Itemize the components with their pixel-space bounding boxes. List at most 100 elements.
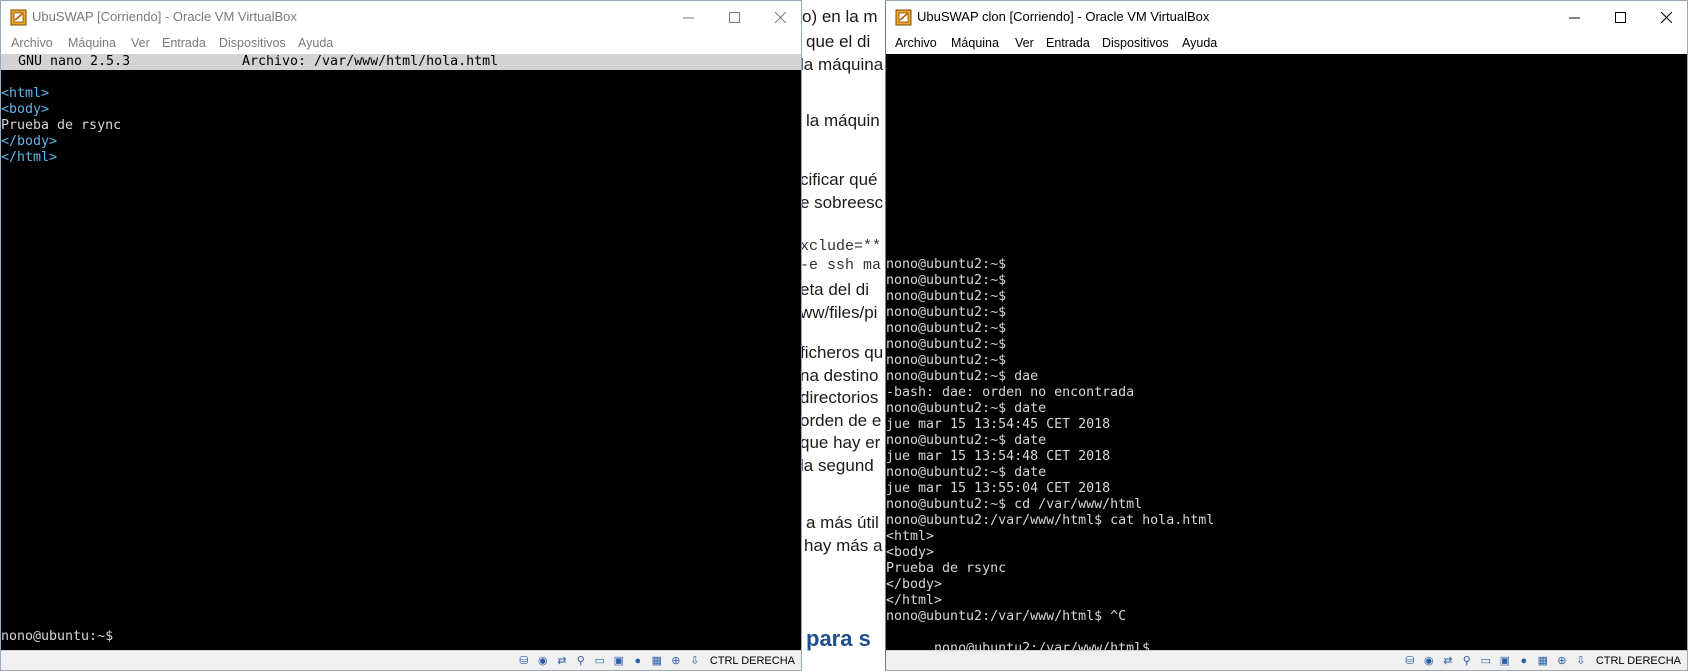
close-button[interactable] — [1643, 1, 1687, 34]
terminal-line: <html> — [886, 529, 935, 544]
terminal-line: nono@ubuntu2:~$ — [886, 305, 1007, 320]
virtualbox-app-icon — [895, 9, 912, 26]
hdd-icon[interactable]: ⛁ — [516, 654, 532, 668]
cpu-icon[interactable]: ▦ — [649, 654, 665, 668]
terminal-line: </html> — [886, 593, 943, 608]
doc-text-line: que hay er — [800, 433, 881, 452]
display-icon[interactable]: ▣ — [1497, 654, 1513, 668]
virtualbox-app-icon — [10, 9, 27, 26]
status-bar: ⛁ ◉ ⇄ ⚲ ▭ ▣ ● ▦ ⊕ ⇩ CTRL DERECHA — [886, 650, 1687, 670]
network-icon[interactable]: ⇄ — [554, 654, 570, 668]
menu-dispositivos[interactable]: Dispositivos — [1102, 36, 1169, 50]
maximize-button[interactable] — [1597, 1, 1643, 34]
terminal-line: -bash: dae: orden no encontrada — [886, 385, 1135, 400]
doc-text-line: e sobreesc — [800, 193, 884, 212]
keyboard-icon[interactable]: ⇩ — [687, 654, 703, 668]
vm-screen[interactable]: nono@ubuntu2:~$ nono@ubuntu2:~$ nono@ubunt… — [886, 54, 1687, 651]
terminal-line: nono@ubuntu2:~$ — [886, 257, 1007, 272]
terminal-current-prompt[interactable]: nono@ubuntu2:/var/www/html$ — [886, 625, 1167, 651]
nano-header: GNU nano 2.5.3 Archivo: /var/www/html/ho… — [1, 54, 801, 70]
recording-icon[interactable]: ● — [1516, 654, 1532, 668]
doc-text-line: la máquin — [806, 111, 880, 130]
nano-file-line: <html> — [1, 86, 50, 101]
menu-entrada[interactable]: Entrada — [162, 36, 206, 50]
doc-code-line: xclude=** — [800, 238, 882, 255]
doc-text-line: directorios — [800, 388, 879, 407]
terminal-line: nono@ubuntu2:/var/www/html$ ^C — [886, 609, 1127, 624]
terminal-line: nono@ubuntu2:~$ — [886, 353, 1007, 368]
vm-window-ubuswap-clon: UbuSWAP clon [Corriendo] - Oracle VM Vir… — [885, 0, 1688, 671]
status-icons: ⛁ ◉ ⇄ ⚲ ▭ ▣ ● ▦ ⊕ ⇩ CTRL DERECHA — [516, 652, 801, 669]
menu-archivo[interactable]: Archivo — [895, 36, 937, 50]
window-title: UbuSWAP clon [Corriendo] - Oracle VM Vir… — [917, 9, 1210, 24]
doc-code-line: -e ssh ma — [800, 257, 882, 274]
title-bar[interactable]: UbuSWAP [Corriendo] - Oracle VM VirtualB… — [1, 1, 801, 34]
terminal-line: <body> — [886, 545, 935, 560]
menu-ayuda[interactable]: Ayuda — [298, 36, 333, 50]
doc-text-line: a más útil — [806, 513, 879, 532]
mouse-icon[interactable]: ⊕ — [1554, 654, 1570, 668]
menu-archivo[interactable]: Archivo — [11, 36, 53, 50]
menu-ver[interactable]: Ver — [131, 36, 150, 50]
close-icon — [774, 12, 786, 23]
shared-folder-icon[interactable]: ▭ — [1478, 654, 1494, 668]
nano-file-line: <body> — [1, 102, 50, 117]
menu-bar: Archivo Máquina Ver Entrada Dispositivos… — [1, 34, 801, 54]
nano-file-line: Prueba de rsync — [1, 118, 122, 133]
terminal-line: nono@ubuntu2:~$ — [886, 337, 1007, 352]
optical-icon[interactable]: ◉ — [535, 654, 551, 668]
window-title: UbuSWAP [Corriendo] - Oracle VM VirtualB… — [32, 9, 297, 24]
recording-icon[interactable]: ● — [630, 654, 646, 668]
menu-maquina[interactable]: Máquina — [68, 36, 116, 50]
terminal-line: Prueba de rsync — [886, 561, 1007, 576]
vm-screen[interactable]: GNU nano 2.5.3 Archivo: /var/www/html/ho… — [1, 54, 801, 651]
doc-text-line: eta del di — [800, 280, 869, 299]
keyboard-icon[interactable]: ⇩ — [1573, 654, 1589, 668]
terminal-line: nono@ubuntu2:/var/www/html$ cat hola.htm… — [886, 513, 1215, 528]
minimize-icon — [1568, 17, 1580, 19]
close-button[interactable] — [757, 1, 801, 34]
minimize-button[interactable] — [665, 1, 711, 34]
terminal-line: nono@ubuntu2:~$ date — [886, 401, 1047, 416]
terminal-line: jue mar 15 13:55:04 CET 2018 — [886, 481, 1111, 496]
display-icon[interactable]: ▣ — [611, 654, 627, 668]
host-key-label: CTRL DERECHA — [709, 654, 795, 667]
nano-version: GNU nano 2.5.3 — [18, 54, 131, 69]
usb-icon[interactable]: ⚲ — [573, 654, 589, 668]
vm-window-ubuswap: UbuSWAP [Corriendo] - Oracle VM VirtualB… — [0, 0, 802, 671]
shared-folder-icon[interactable]: ▭ — [592, 654, 608, 668]
close-icon — [1660, 12, 1672, 23]
host-key-label: CTRL DERECHA — [1595, 654, 1681, 667]
menu-ver[interactable]: Ver — [1015, 36, 1034, 50]
menu-maquina[interactable]: Máquina — [951, 36, 999, 50]
nano-file-line: </body> — [1, 134, 58, 149]
doc-text-line: cificar qué — [800, 170, 878, 189]
terminal-line: nono@ubuntu2:~$ — [886, 321, 1007, 336]
terminal-line: nono@ubuntu2:~$ dae — [886, 369, 1039, 384]
hdd-icon[interactable]: ⛁ — [1402, 654, 1418, 668]
maximize-icon — [1614, 12, 1626, 23]
cpu-icon[interactable]: ▦ — [1535, 654, 1551, 668]
title-bar[interactable]: UbuSWAP clon [Corriendo] - Oracle VM Vir… — [886, 1, 1687, 34]
doc-text-line: que el di — [806, 32, 871, 51]
doc-text-line: ficheros qu — [800, 343, 884, 362]
terminal-line: nono@ubuntu2:~$ — [886, 273, 1007, 288]
terminal-line: nono@ubuntu2:~$ — [886, 289, 1007, 304]
usb-icon[interactable]: ⚲ — [1459, 654, 1475, 668]
maximize-button[interactable] — [711, 1, 757, 34]
status-bar: ⛁ ◉ ⇄ ⚲ ▭ ▣ ● ▦ ⊕ ⇩ CTRL DERECHA — [1, 650, 801, 670]
terminal-line: jue mar 15 13:54:48 CET 2018 — [886, 449, 1111, 464]
minimize-icon — [682, 17, 694, 19]
menu-dispositivos[interactable]: Dispositivos — [219, 36, 286, 50]
network-icon[interactable]: ⇄ — [1440, 654, 1456, 668]
doc-text-line: ww/files/pi — [800, 303, 878, 322]
menu-entrada[interactable]: Entrada — [1046, 36, 1090, 50]
doc-heading: para s — [806, 626, 871, 651]
menu-bar: Archivo Máquina Ver Entrada Dispositivos… — [886, 34, 1687, 54]
doc-text-line: hay más a — [804, 536, 883, 555]
mouse-icon[interactable]: ⊕ — [668, 654, 684, 668]
doc-text-line: orden de e — [800, 411, 882, 430]
optical-icon[interactable]: ◉ — [1421, 654, 1437, 668]
minimize-button[interactable] — [1551, 1, 1597, 34]
menu-ayuda[interactable]: Ayuda — [1182, 36, 1217, 50]
